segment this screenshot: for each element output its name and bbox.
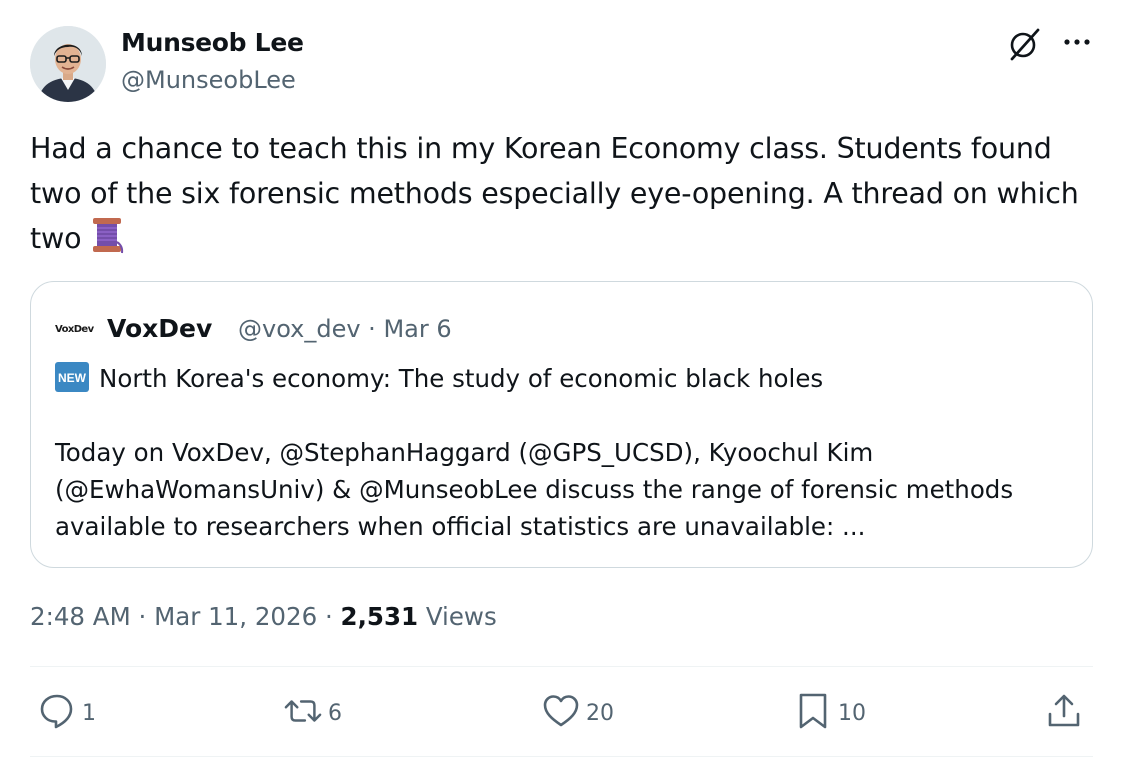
new-badge-icon: NEW: [55, 362, 89, 392]
bookmark-button[interactable]: 10: [794, 690, 866, 736]
voxdev-logo[interactable]: VoxDev: [55, 320, 99, 340]
views-label: Views: [418, 602, 497, 631]
like-button[interactable]: 20: [542, 690, 614, 736]
divider: [30, 666, 1093, 667]
quoted-body-line: available to researchers when official s…: [55, 512, 866, 541]
tweet-text-line: Had a chance to teach this in my Korean …: [30, 132, 1052, 165]
tweet-timestamp: 2:48 AM · Mar 11, 2026 · 2,531 Views: [30, 602, 497, 631]
views-count: 2,531: [340, 602, 419, 631]
grok-icon[interactable]: [1007, 26, 1043, 62]
repost-count: 6: [328, 700, 342, 726]
share-icon: [1045, 692, 1083, 734]
bookmark-count: 10: [838, 700, 866, 726]
repost-icon: [284, 692, 322, 734]
more-options-icon[interactable]: [1059, 27, 1095, 57]
timestamp-time[interactable]: 2:48 AM · Mar 11, 2026 ·: [30, 602, 341, 631]
reply-icon: [38, 692, 76, 734]
reply-button[interactable]: 1: [38, 690, 96, 736]
tweet-header: Munseob Lee @MunseobLee: [30, 26, 1095, 102]
like-count: 20: [586, 700, 614, 726]
quoted-tweet-body: NEW North Korea's economy: The study of …: [55, 360, 1075, 545]
tweet-text-line: two of the six forensic methods especial…: [30, 177, 1079, 210]
share-button[interactable]: [1045, 690, 1083, 736]
avatar[interactable]: [30, 26, 106, 102]
repost-button[interactable]: 6: [284, 690, 342, 736]
quoted-tweet[interactable]: VoxDev VoxDev @vox_dev · Mar 6 NEW North…: [30, 281, 1093, 568]
tweet-text-line: two: [30, 216, 1100, 261]
heart-icon: [542, 692, 580, 734]
quoted-author-name[interactable]: VoxDev: [107, 314, 212, 343]
tweet-text: Had a chance to teach this in my Korean …: [30, 126, 1100, 261]
quoted-headline: NEW North Korea's economy: The study of …: [55, 360, 1075, 397]
quoted-body-line: (@EwhaWomansUniv) & @MunseobLee discuss …: [55, 475, 1014, 504]
reply-count: 1: [82, 700, 96, 726]
action-bar: 1 6 20 10: [30, 690, 1093, 736]
quoted-author-meta: @vox_dev · Mar 6: [238, 315, 452, 343]
author-name[interactable]: Munseob Lee: [121, 28, 304, 57]
author-handle[interactable]: @MunseobLee: [121, 66, 296, 94]
thread-spool-emoji: [89, 216, 125, 254]
svg-text:NEW: NEW: [58, 371, 87, 385]
quoted-body-line: Today on VoxDev, @StephanHaggard (@GPS_U…: [55, 438, 874, 467]
bookmark-icon: [794, 692, 832, 734]
